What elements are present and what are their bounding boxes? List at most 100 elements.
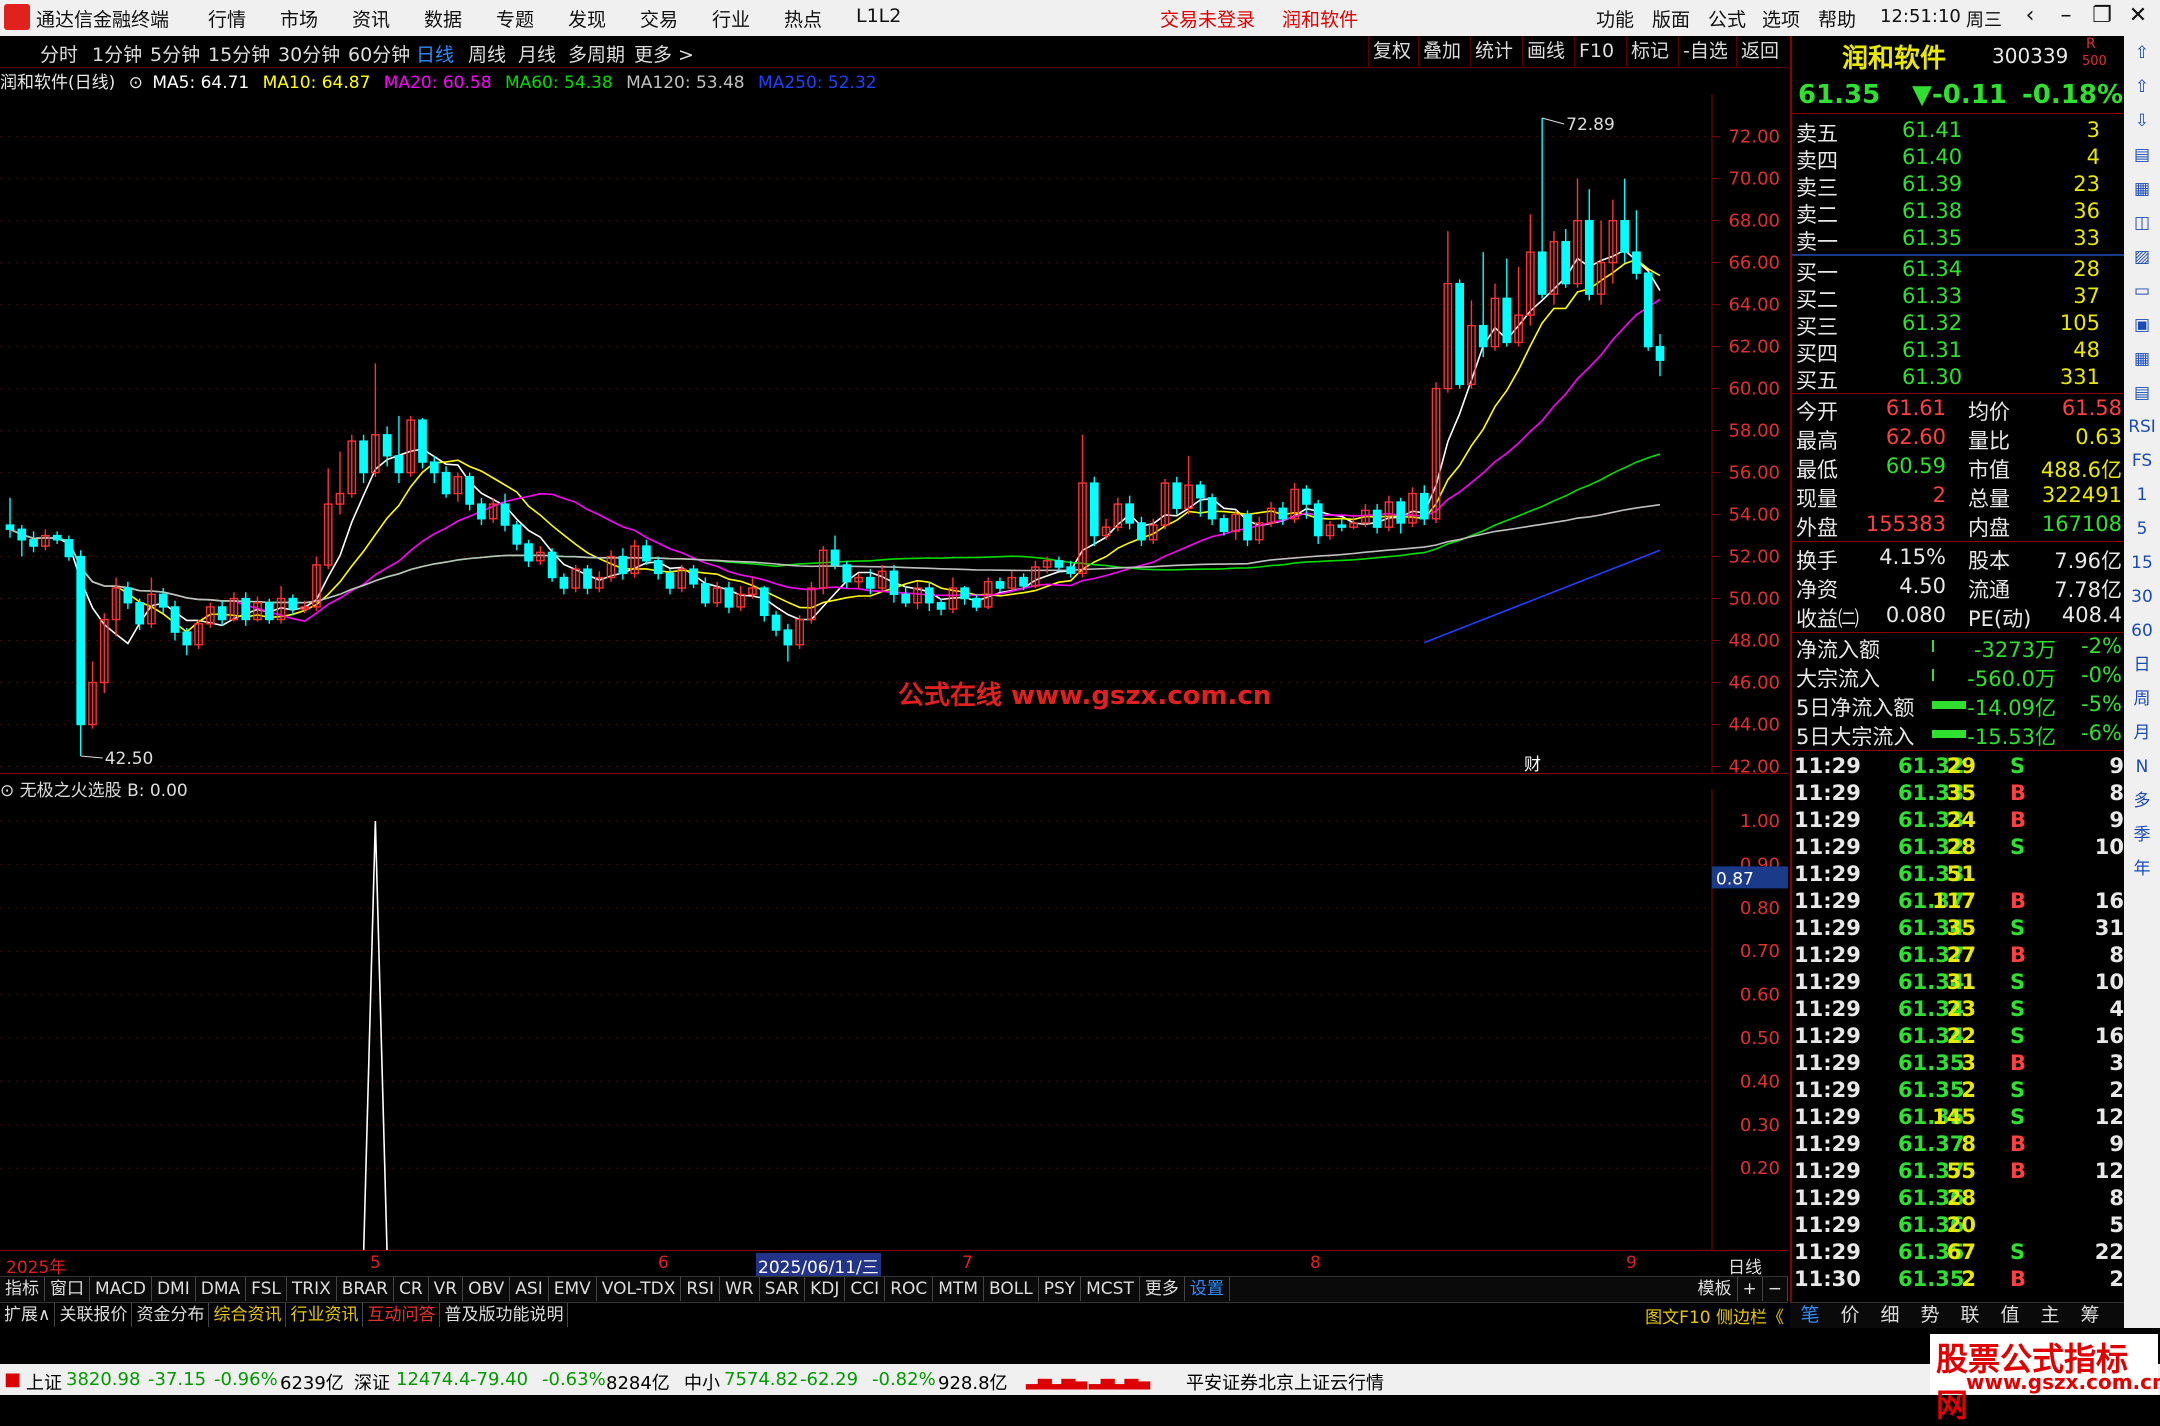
indicator-tab[interactable]: ROC bbox=[885, 1277, 934, 1301]
btn-draw[interactable]: 画线 bbox=[1522, 36, 1569, 67]
period-1min[interactable]: 1分钟 bbox=[92, 40, 142, 67]
sidebar-period[interactable]: 日 bbox=[2124, 648, 2160, 682]
btn-back[interactable]: 返回 bbox=[1736, 36, 1783, 67]
template-button[interactable]: − bbox=[1763, 1277, 1788, 1301]
period-weekly[interactable]: 周线 bbox=[468, 40, 506, 67]
indicator-tab[interactable]: VR bbox=[429, 1277, 464, 1301]
period-60min[interactable]: 60分钟 bbox=[348, 40, 410, 67]
indicator-tab[interactable]: MTM bbox=[933, 1277, 984, 1301]
quote-tab[interactable]: 笔 bbox=[1790, 1303, 1830, 1327]
indicator-tab[interactable]: KDJ bbox=[805, 1277, 846, 1301]
indicator-tab[interactable]: RSI bbox=[681, 1277, 720, 1301]
menu-l1l2[interactable]: L1L2 bbox=[856, 5, 901, 27]
menu-data[interactable]: 数据 bbox=[424, 5, 462, 32]
period-5min[interactable]: 5分钟 bbox=[150, 40, 200, 67]
extension-tab[interactable]: 互动问答 bbox=[363, 1303, 441, 1327]
quote-tab[interactable]: 值 bbox=[1990, 1303, 2030, 1327]
period-more[interactable]: 更多 > bbox=[634, 40, 694, 67]
sidebar-period[interactable]: 周 bbox=[2124, 682, 2160, 716]
restore-icon[interactable]: ❐ bbox=[2084, 3, 2120, 28]
quote-tab[interactable]: 主 bbox=[2030, 1303, 2070, 1327]
menu-news[interactable]: 资讯 bbox=[352, 5, 390, 32]
extension-tab[interactable]: 关联报价 bbox=[55, 1303, 133, 1327]
period-timeshare[interactable]: 分时 bbox=[40, 40, 78, 67]
menu-market[interactable]: 行情 bbox=[208, 5, 246, 32]
indicator-tab[interactable]: 更多 bbox=[1140, 1277, 1185, 1301]
extension-tab[interactable]: 综合资讯 bbox=[209, 1303, 287, 1327]
indicator-tab[interactable]: 窗口 bbox=[45, 1277, 90, 1301]
btn-restore-right[interactable]: 复权 bbox=[1368, 36, 1415, 67]
menu-layout[interactable]: 版面 bbox=[1652, 5, 1690, 32]
indicator-tab[interactable]: FSL bbox=[246, 1277, 287, 1301]
period-30min[interactable]: 30分钟 bbox=[278, 40, 340, 67]
indicator-tab[interactable]: SAR bbox=[760, 1277, 806, 1301]
sidebar-period[interactable]: 15 bbox=[2124, 546, 2160, 580]
sidebar-tool-icon[interactable]: ▤ bbox=[2124, 376, 2160, 410]
period-15min[interactable]: 15分钟 bbox=[208, 40, 270, 67]
sidebar-period[interactable]: 月 bbox=[2124, 716, 2160, 750]
sidebar-tool-icon[interactable]: ◫ bbox=[2124, 206, 2160, 240]
sidebar-period[interactable]: 60 bbox=[2124, 614, 2160, 648]
indicator-tab[interactable]: BOLL bbox=[984, 1277, 1039, 1301]
sidebar-tool-icon[interactable]: ⇧ bbox=[2124, 36, 2160, 70]
template-button[interactable]: + bbox=[1738, 1277, 1763, 1301]
sidebar-period[interactable]: 年 bbox=[2124, 852, 2160, 886]
menu-trade[interactable]: 交易 bbox=[640, 5, 678, 32]
indicator-tab[interactable]: VOL-TDX bbox=[597, 1277, 682, 1301]
sidebar-period[interactable]: 多 bbox=[2124, 784, 2160, 818]
extension-tab[interactable]: 扩展∧ bbox=[0, 1303, 56, 1327]
sidebar-tool-icon[interactable]: ▦ bbox=[2124, 172, 2160, 206]
indicator-tab[interactable]: CCI bbox=[845, 1277, 886, 1301]
sidebar-period[interactable]: 30 bbox=[2124, 580, 2160, 614]
menu-industry[interactable]: 行业 bbox=[712, 5, 750, 32]
sh-name[interactable]: 上证 bbox=[26, 1369, 62, 1395]
minimize-icon[interactable]: – bbox=[2048, 3, 2084, 28]
settings-icon[interactable]: ⊙ bbox=[129, 73, 143, 93]
indicator-tab[interactable]: 设置 bbox=[1185, 1277, 1230, 1301]
candlestick-chart[interactable]: 72.00 70.00 68.00 66.00 64.00 62.00 60.00 58.00… bbox=[0, 94, 1788, 774]
quote-tab[interactable]: 联 bbox=[1950, 1303, 1990, 1327]
sidebar-tool-icon[interactable]: ▭ bbox=[2124, 274, 2160, 308]
sidebar-tool-icon[interactable]: ⇩ bbox=[2124, 104, 2160, 138]
quote-tab[interactable]: 势 bbox=[1910, 1303, 1950, 1327]
indicator-tab[interactable]: CR bbox=[394, 1277, 429, 1301]
btn-remove-watch[interactable]: -自选 bbox=[1678, 36, 1732, 67]
sidebar-tool-icon[interactable]: ▨ bbox=[2124, 240, 2160, 274]
back-arrow-icon[interactable]: ‹ bbox=[2012, 3, 2048, 28]
period-monthly[interactable]: 月线 bbox=[518, 40, 556, 67]
indicator-tab[interactable]: 指标 bbox=[0, 1277, 45, 1301]
menu-help[interactable]: 帮助 bbox=[1818, 5, 1856, 32]
sidebar-period[interactable]: 1 bbox=[2124, 478, 2160, 512]
extension-tab[interactable]: 普及版功能说明 bbox=[440, 1303, 569, 1327]
sidebar-tool-icon[interactable]: ▤ bbox=[2124, 138, 2160, 172]
indicator-tab[interactable]: ASI bbox=[510, 1277, 549, 1301]
menu-function[interactable]: 功能 bbox=[1596, 5, 1634, 32]
sub-indicator-chart[interactable]: 1.000.900.800.700.600.500.400.300.200.87 bbox=[0, 776, 1788, 1276]
indicator-tab[interactable]: WR bbox=[720, 1277, 760, 1301]
sidebar-period[interactable]: FS bbox=[2124, 444, 2160, 478]
extension-tab[interactable]: 行业资讯 bbox=[286, 1303, 364, 1327]
sidebar-period[interactable]: N bbox=[2124, 750, 2160, 784]
btn-f10[interactable]: F10 bbox=[1574, 36, 1618, 67]
quote-tab[interactable]: 价 bbox=[1830, 1303, 1870, 1327]
side-bar-toggle[interactable]: 图文F10 侧边栏《 bbox=[1645, 1303, 1784, 1328]
indicator-tab[interactable]: TRIX bbox=[287, 1277, 337, 1301]
menu-topic[interactable]: 专题 bbox=[496, 5, 534, 32]
menu-bourse[interactable]: 市场 bbox=[280, 5, 318, 32]
sidebar-period[interactable]: 5 bbox=[2124, 512, 2160, 546]
sidebar-tool-icon[interactable]: ⇧ bbox=[2124, 70, 2160, 104]
indicator-tab[interactable]: OBV bbox=[463, 1277, 511, 1301]
indicator-tab[interactable]: DMA bbox=[196, 1277, 247, 1301]
sidebar-tool-icon[interactable]: ▦ bbox=[2124, 342, 2160, 376]
sz-name[interactable]: 深证 bbox=[354, 1369, 390, 1395]
quote-tab[interactable]: 筹 bbox=[2070, 1303, 2110, 1327]
btn-statistics[interactable]: 统计 bbox=[1470, 36, 1517, 67]
menu-hot[interactable]: 热点 bbox=[784, 5, 822, 32]
template-button[interactable]: 模板 bbox=[1693, 1277, 1738, 1301]
menu-discover[interactable]: 发现 bbox=[568, 5, 606, 32]
extension-tab[interactable]: 资金分布 bbox=[132, 1303, 210, 1327]
indicator-tab[interactable]: DMI bbox=[152, 1277, 196, 1301]
indicator-tab[interactable]: PSY bbox=[1039, 1277, 1082, 1301]
menu-formula[interactable]: 公式 bbox=[1708, 5, 1746, 32]
sidebar-period[interactable]: 季 bbox=[2124, 818, 2160, 852]
